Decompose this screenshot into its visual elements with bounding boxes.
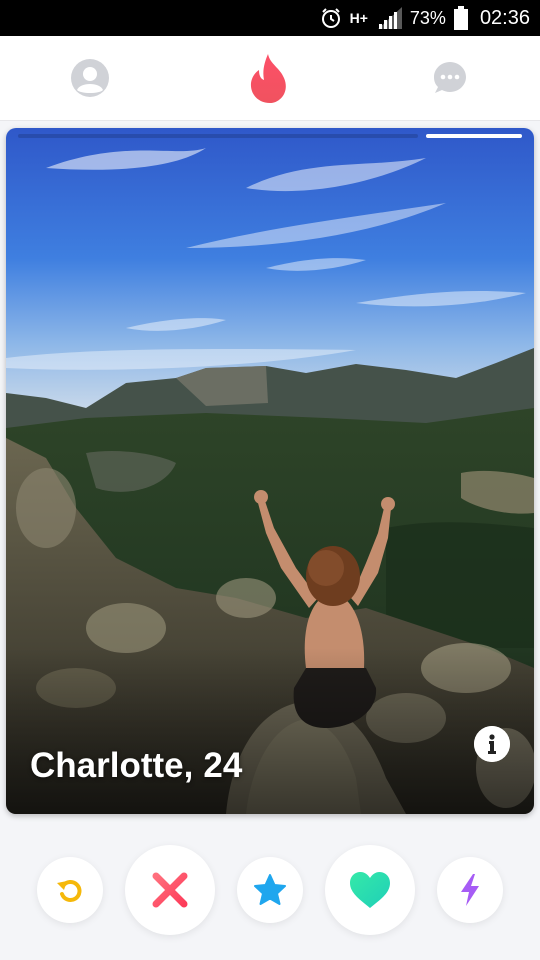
heart-icon (350, 872, 390, 908)
profile-button[interactable] (60, 36, 120, 120)
info-icon (474, 726, 510, 762)
profile-card[interactable]: Charlotte, 24 (6, 128, 534, 814)
close-icon (152, 872, 188, 908)
boost-button[interactable] (437, 857, 503, 923)
profile-photo (6, 128, 534, 814)
nope-button[interactable] (125, 845, 215, 935)
alarm-icon (321, 8, 340, 28)
lightning-icon (461, 874, 479, 906)
photo-indicator-track (18, 134, 418, 138)
superlike-button[interactable] (237, 857, 303, 923)
info-button[interactable] (474, 726, 510, 762)
rewind-icon (57, 880, 82, 902)
discover-button[interactable] (240, 36, 300, 120)
status-bar: H+ 73% 02:36 (0, 0, 540, 36)
profile-age: 24 (203, 746, 243, 785)
like-button[interactable] (325, 845, 415, 935)
network-type: H+ (349, 10, 368, 26)
rewind-button[interactable] (37, 857, 103, 923)
messages-button[interactable] (420, 36, 480, 120)
messages-icon (434, 62, 466, 93)
profile-name-age: Charlotte, 24 (30, 746, 242, 786)
profile-name: Charlotte, (30, 746, 194, 785)
battery-icon (453, 6, 468, 30)
star-icon (254, 874, 286, 905)
top-nav (0, 36, 540, 121)
battery-percent: 73% (409, 7, 446, 28)
profile-icon (71, 59, 109, 97)
photo-indicator-active (426, 134, 522, 138)
flame-icon (250, 54, 286, 103)
signal-icon (377, 7, 402, 29)
clock: 02:36 (479, 6, 530, 29)
action-bar (0, 840, 540, 940)
